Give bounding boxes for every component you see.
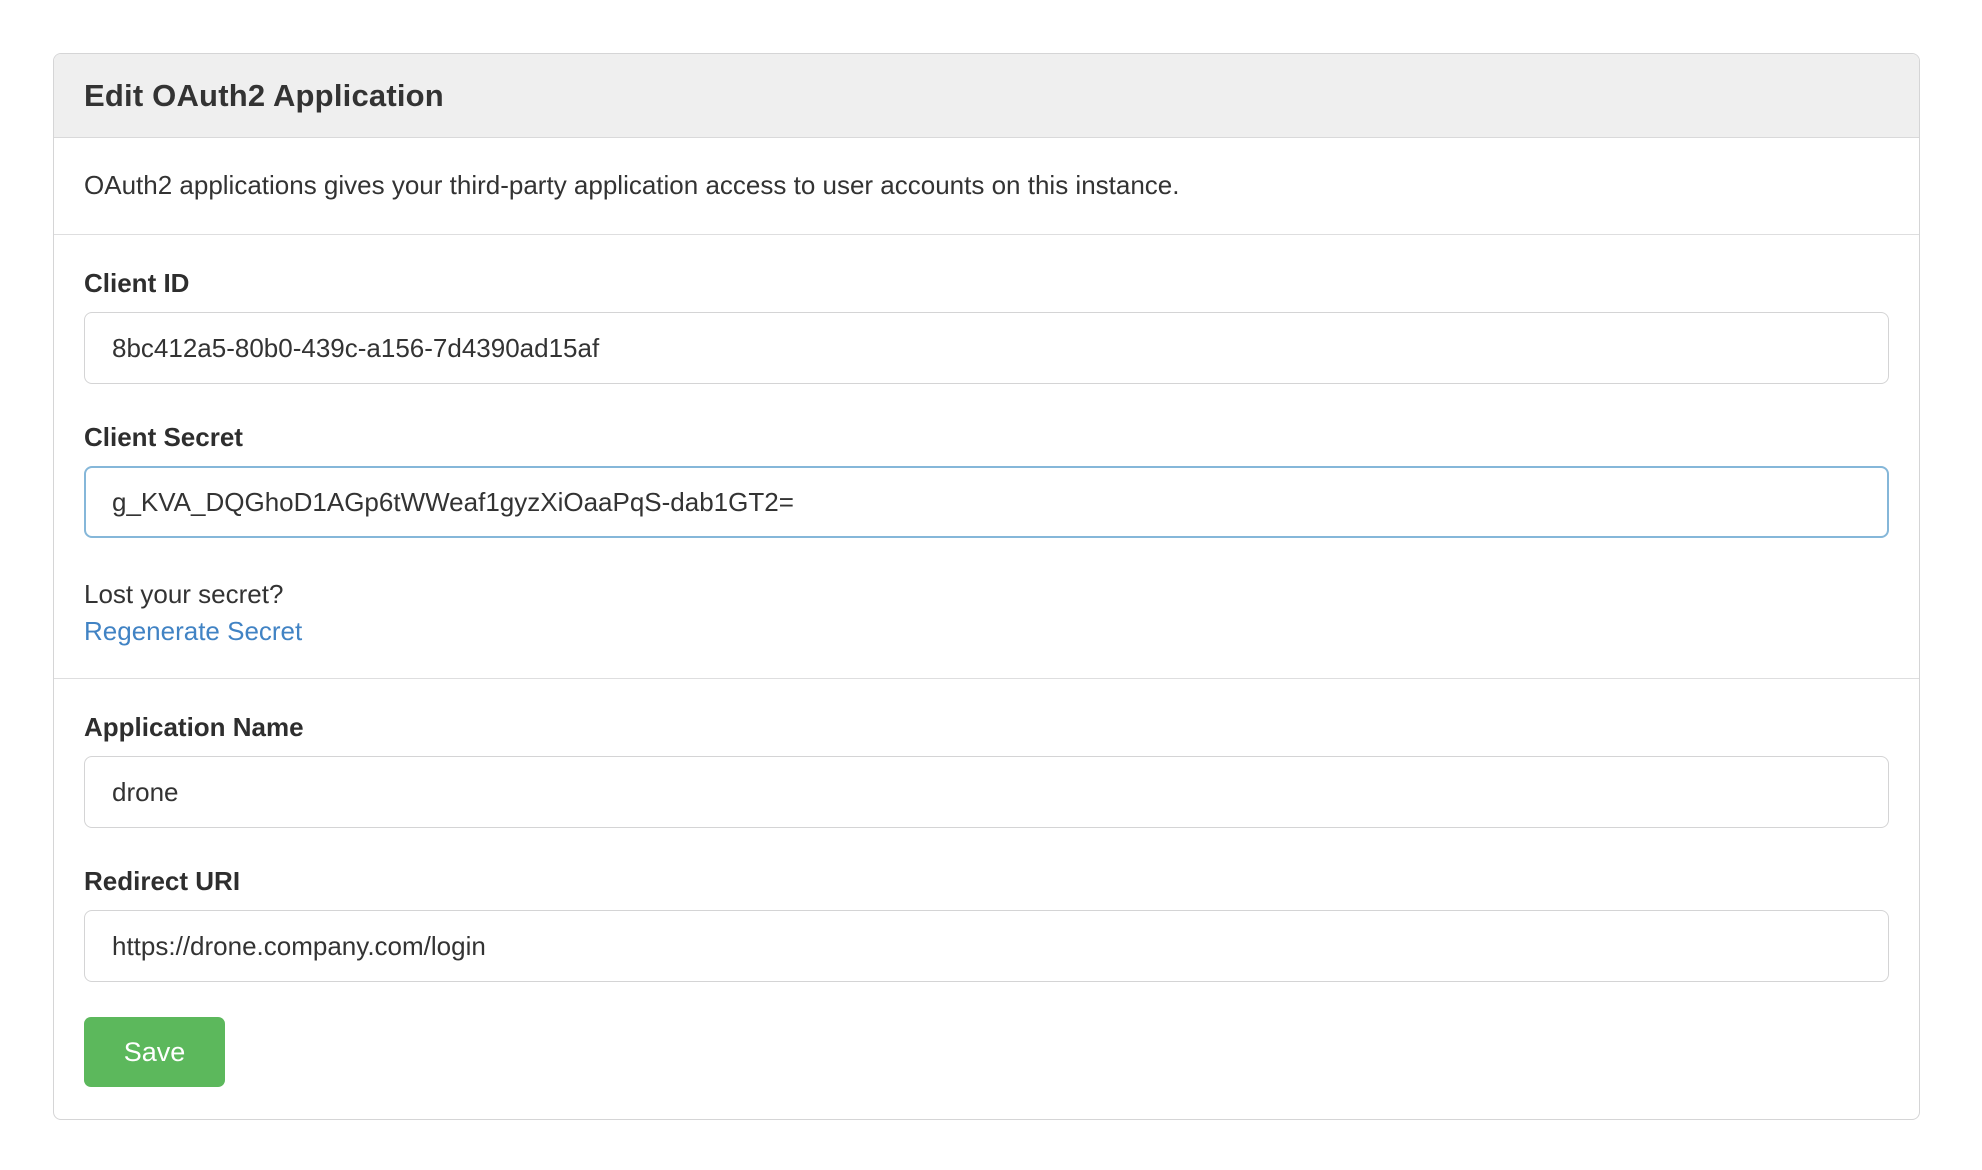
lost-secret-hint: Lost your secret? xyxy=(84,579,1889,609)
page-title: Edit OAuth2 Application xyxy=(84,78,444,114)
edit-oauth2-application-panel: Edit OAuth2 Application OAuth2 applicati… xyxy=(53,53,1920,1120)
oauth2-description-text: OAuth2 applications gives your third-par… xyxy=(54,138,1919,235)
client-id-label: Client ID xyxy=(84,268,1889,298)
credentials-section: Client ID Client Secret Lost your secret… xyxy=(54,235,1919,679)
client-secret-label: Client Secret xyxy=(84,422,1889,452)
application-details-section: Application Name Redirect URI Save xyxy=(54,679,1919,1119)
save-button[interactable]: Save xyxy=(84,1017,225,1087)
panel-header: Edit OAuth2 Application xyxy=(54,54,1919,138)
application-name-input[interactable] xyxy=(84,756,1889,828)
regenerate-secret-link[interactable]: Regenerate Secret xyxy=(84,616,302,646)
client-id-input[interactable] xyxy=(84,312,1889,384)
client-secret-input[interactable] xyxy=(84,466,1889,538)
redirect-uri-label: Redirect URI xyxy=(84,866,1889,896)
redirect-uri-input[interactable] xyxy=(84,910,1889,982)
application-name-label: Application Name xyxy=(84,712,1889,742)
